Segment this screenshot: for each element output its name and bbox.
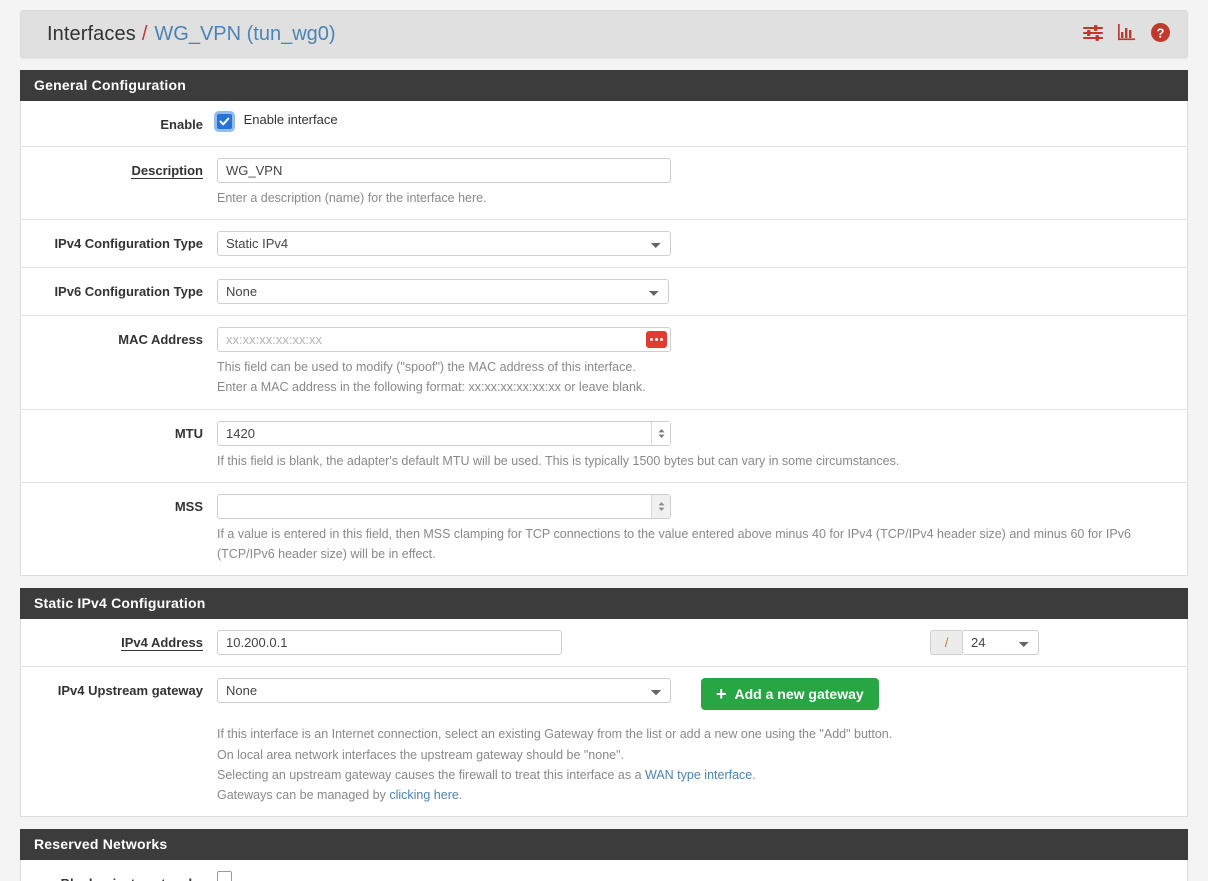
help-icon[interactable]: ? <box>1150 22 1171 46</box>
row-enable: Enable Enable interface <box>21 101 1187 147</box>
subnet-group: / 24 <box>930 630 1039 656</box>
svg-text:?: ? <box>1157 25 1165 40</box>
add-new-gateway-label: Add a new gateway <box>734 686 864 703</box>
wan-type-interface-link[interactable]: WAN type interface <box>645 768 752 782</box>
row-mtu: MTU If this field is blank, the adapter'… <box>21 410 1187 483</box>
block-private-networks-label-line1: Block private networks <box>21 875 203 881</box>
mac-address-label: MAC Address <box>118 332 203 348</box>
description-input[interactable] <box>217 157 671 183</box>
breadcrumb-current[interactable]: WG_VPN (tun_wg0) <box>154 23 335 46</box>
ipv4-config-type-select[interactable]: Static IPv4 <box>217 231 671 257</box>
mtu-label: MTU <box>174 425 203 441</box>
mac-address-help: This field can be used to modify ("spoof… <box>217 357 1171 398</box>
ipv4-address-input[interactable] <box>217 630 562 656</box>
row-mac-address: MAC Address This field can be used to mo… <box>21 316 1187 410</box>
subnet-group-wrap: / 24 <box>930 630 1171 656</box>
gateway-help-line1: If this interface is an Internet connect… <box>217 727 893 742</box>
ipv6-config-type-label: IPv6 Configuration Type <box>54 284 203 300</box>
general-configuration-title: General Configuration <box>20 70 1188 101</box>
bar-chart-icon[interactable] <box>1117 23 1137 45</box>
section-general-configuration: General Configuration Enable Enable inte… <box>20 70 1188 577</box>
gateway-help-line2: On local area network interfaces the ups… <box>217 747 625 762</box>
ipv4-upstream-gateway-label: IPv4 Upstream gateway <box>57 683 203 699</box>
mss-stepper[interactable] <box>651 494 670 518</box>
mac-address-help-line2: Enter a MAC address in the following for… <box>217 380 646 395</box>
sliders-icon[interactable] <box>1082 24 1104 45</box>
ipv4-address-label: IPv4 Address <box>121 635 203 652</box>
mtu-field-wrap <box>217 420 671 446</box>
mtu-stepper[interactable] <box>651 421 670 445</box>
mss-help: If a value is entered in this field, the… <box>217 526 1131 562</box>
mtu-input[interactable] <box>217 420 671 446</box>
breadcrumb-root[interactable]: Interfaces <box>47 23 136 46</box>
password-manager-icon[interactable] <box>646 331 667 349</box>
row-block-private-networks: Block private networks and loopback addr… <box>21 860 1187 881</box>
mtu-help: If this field is blank, the adapter's de… <box>217 453 900 468</box>
mss-field-wrap <box>217 493 671 519</box>
mac-address-field-wrap <box>217 327 671 353</box>
static-ipv4-configuration-title: Static IPv4 Configuration <box>20 588 1188 620</box>
block-private-networks-label: Block private networks and loopback addr… <box>21 871 217 881</box>
description-help: Enter a description (name) for the inter… <box>217 190 487 205</box>
clicking-here-link[interactable]: clicking here <box>389 788 458 802</box>
row-mss: MSS If a value is entered in this field,… <box>21 483 1187 576</box>
ipv4-upstream-gateway-select[interactable]: None <box>217 678 671 704</box>
gateway-control-row: None + Add a new gateway <box>217 678 1171 711</box>
mss-input[interactable] <box>217 493 671 519</box>
breadcrumb-separator: / <box>141 22 148 45</box>
mac-address-input[interactable] <box>217 327 671 353</box>
header-icon-group: ? <box>1082 22 1171 46</box>
description-label: Description <box>131 162 203 179</box>
ipv4-config-type-label: IPv4 Configuration Type <box>54 236 203 252</box>
page-container: Interfaces / WG_VPN (tun_wg0) ? General … <box>0 0 1208 881</box>
add-new-gateway-button[interactable]: + Add a new gateway <box>701 678 879 711</box>
section-reserved-networks: Reserved Networks Block private networks… <box>20 829 1188 881</box>
ipv6-config-type-select[interactable]: None <box>217 279 669 305</box>
gateway-help-line3: Selecting an upstream gateway causes the… <box>217 765 1171 785</box>
gateway-help: If this interface is an Internet connect… <box>217 724 1171 805</box>
breadcrumb: Interfaces / WG_VPN (tun_wg0) ? <box>20 10 1188 58</box>
enable-interface-label: Enable interface <box>243 112 338 127</box>
row-ipv4-upstream-gateway: IPv4 Upstream gateway None + Add a new g… <box>21 667 1187 816</box>
subnet-mask-select[interactable]: 24 <box>962 630 1039 656</box>
row-ipv4-address: IPv4 Address / 24 <box>21 619 1187 668</box>
gateway-help-line3-pre: Selecting an upstream gateway causes the… <box>217 767 646 782</box>
gateway-help-line4-post: . <box>458 788 463 803</box>
enable-interface-checkbox[interactable] <box>217 114 232 129</box>
subnet-prefix-addon: / <box>930 630 962 656</box>
row-description: Description Enter a description (name) f… <box>21 147 1187 221</box>
row-ipv4-config-type: IPv4 Configuration Type Static IPv4 <box>21 220 1187 269</box>
reserved-networks-title: Reserved Networks <box>20 829 1188 861</box>
gateway-help-line4-pre: Gateways can be managed by <box>217 788 390 803</box>
block-private-networks-checkbox[interactable] <box>217 871 232 881</box>
mac-address-help-line1: This field can be used to modify ("spoof… <box>217 360 636 375</box>
enable-label: Enable <box>160 117 203 132</box>
gateway-help-line3-post: . <box>752 767 756 782</box>
plus-icon: + <box>716 684 727 705</box>
row-ipv6-config-type: IPv6 Configuration Type None <box>21 268 1187 317</box>
gateway-help-line4: Gateways can be managed by clicking here… <box>217 785 1171 805</box>
mss-label: MSS <box>174 498 203 514</box>
section-static-ipv4-configuration: Static IPv4 Configuration IPv4 Address /… <box>20 588 1188 818</box>
